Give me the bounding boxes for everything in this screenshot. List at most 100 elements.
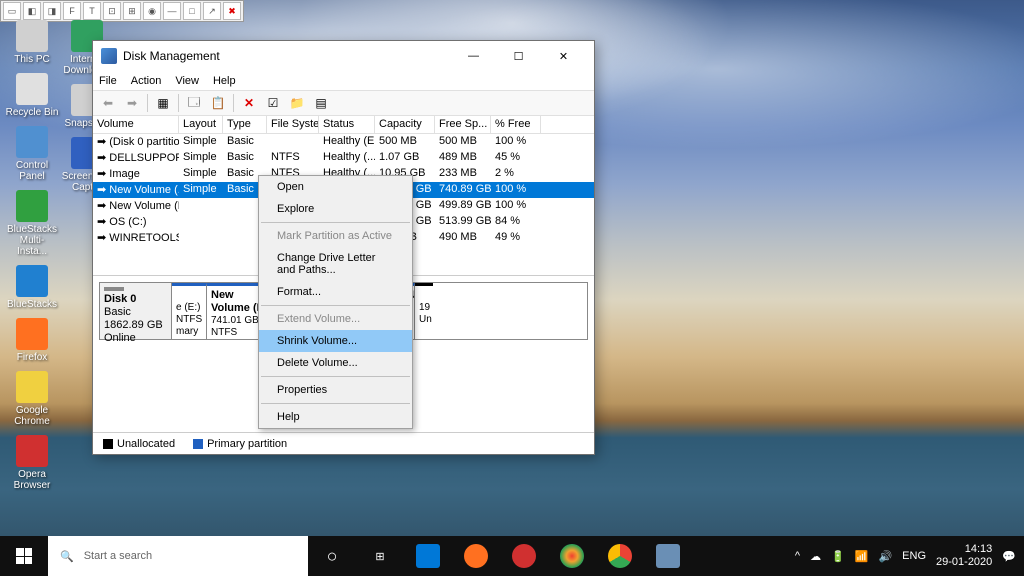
app-icon [101, 48, 117, 64]
menu-file[interactable]: File [99, 75, 117, 87]
desktop-icon[interactable]: Google Chrome [5, 371, 59, 427]
ctx-change-drive-letter-and-paths-[interactable]: Change Drive Letter and Paths... [259, 247, 412, 281]
forward-icon[interactable]: ➡ [121, 92, 143, 114]
ctx-help[interactable]: Help [259, 406, 412, 428]
search-box[interactable]: 🔍 Start a search [48, 536, 308, 576]
maximize-button[interactable]: ☐ [496, 42, 541, 70]
back-icon[interactable]: ⬅ [97, 92, 119, 114]
tray-volume-icon[interactable]: 🔊 [878, 550, 892, 563]
menu-view[interactable]: View [175, 75, 199, 87]
search-placeholder: Start a search [84, 550, 152, 562]
desktop-icon[interactable]: This PC [5, 20, 59, 65]
desktop-icon[interactable]: BlueStacks [5, 265, 59, 310]
titlebar[interactable]: Disk Management — ☐ ✕ [93, 41, 594, 71]
minimize-button[interactable]: — [451, 42, 496, 70]
tool-btn[interactable]: ↗ [203, 2, 221, 20]
desktop-icon-label: BlueStacks Multi-Insta... [5, 224, 59, 257]
legend: Unallocated Primary partition [93, 432, 594, 454]
tool-btn[interactable]: ⊡ [103, 2, 121, 20]
tool-btn[interactable]: — [163, 2, 181, 20]
tool-btn[interactable]: ◨ [43, 2, 61, 20]
tray-chevron-icon[interactable]: ^ [795, 550, 800, 562]
tray-wifi-icon[interactable]: 📶 [855, 550, 869, 563]
refresh-icon[interactable]: 🗔 [183, 92, 205, 114]
desktop-icon[interactable]: Opera Browser [5, 435, 59, 491]
ctx-format-[interactable]: Format... [259, 281, 412, 303]
settings-icon[interactable]: 📋 [207, 92, 229, 114]
col-volume[interactable]: Volume [93, 116, 179, 133]
desktop-icon[interactable]: Control Panel [5, 126, 59, 182]
desktop-icon-image [16, 265, 48, 297]
tray-onedrive-icon[interactable]: ☁ [810, 550, 821, 563]
taskbar-app-firefox[interactable] [452, 536, 500, 576]
desktop-icon-image [16, 318, 48, 350]
tool-btn[interactable]: ◧ [23, 2, 41, 20]
task-view-icon[interactable]: ⊞ [356, 536, 404, 576]
tool-btn[interactable]: ⊞ [123, 2, 141, 20]
tray-notifications-icon[interactable]: 💬 [1002, 550, 1016, 563]
desktop-icon[interactable]: Recycle Bin [5, 73, 59, 118]
windows-logo-icon [16, 548, 32, 564]
tool-btn[interactable]: □ [183, 2, 201, 20]
desktop-icon-label: Firefox [17, 352, 48, 363]
ctx-explore[interactable]: Explore [259, 198, 412, 220]
col-freespace[interactable]: Free Sp... [435, 116, 491, 133]
tray-battery-icon[interactable]: 🔋 [831, 550, 845, 563]
ctx-properties[interactable]: Properties [259, 379, 412, 401]
tool-btn[interactable]: F [63, 2, 81, 20]
volume-header: Volume Layout Type File System Status Ca… [93, 116, 594, 134]
search-icon: 🔍 [60, 550, 74, 563]
desktop-icon-label: BlueStacks [7, 299, 57, 310]
context-menu: OpenExplore Mark Partition as ActiveChang… [258, 175, 413, 429]
tool-btn[interactable]: ◉ [143, 2, 161, 20]
desktop-icon-label: Control Panel [5, 160, 59, 182]
col-layout[interactable]: Layout [179, 116, 223, 133]
list-icon[interactable]: ▤ [310, 92, 332, 114]
taskbar-app-edge[interactable] [404, 536, 452, 576]
help-icon[interactable]: 📁 [286, 92, 308, 114]
ctx-delete-volume-[interactable]: Delete Volume... [259, 352, 412, 374]
system-tray: ^ ☁ 🔋 📶 🔊 ENG 14:13 29-01-2020 💬 [787, 543, 1024, 569]
delete-icon[interactable]: ✕ [238, 92, 260, 114]
desktop-icon-label: Recycle Bin [6, 107, 59, 118]
disk-info: Disk 0 Basic 1862.89 GB Online [100, 283, 172, 339]
tool-btn[interactable]: ✖ [223, 2, 241, 20]
desktop-icon-image [16, 435, 48, 467]
start-button[interactable] [0, 536, 48, 576]
properties-icon[interactable]: ☑ [262, 92, 284, 114]
desktop-icon[interactable]: Firefox [5, 318, 59, 363]
ctx-mark-partition-as-active: Mark Partition as Active [259, 225, 412, 247]
desktop-icon-image [16, 190, 48, 222]
partition[interactable]: e (E:)NTFSmary P [172, 283, 207, 339]
col-filesystem[interactable]: File System [267, 116, 319, 133]
cortana-icon[interactable]: ○ [308, 536, 356, 576]
volume-row[interactable]: ➡ DELLSUPPORTSimpleBasicNTFSHealthy (...… [93, 150, 594, 166]
taskbar-app-chrome[interactable] [596, 536, 644, 576]
ctx-open[interactable]: Open [259, 176, 412, 198]
col-capacity[interactable]: Capacity [375, 116, 435, 133]
col-type[interactable]: Type [223, 116, 267, 133]
volume-row[interactable]: ➡ (Disk 0 partition 1)SimpleBasicHealthy… [93, 134, 594, 150]
desktop-icons-col1: This PC Recycle Bin Control Panel BlueStack… [5, 20, 59, 491]
menu-action[interactable]: Action [131, 75, 162, 87]
close-button[interactable]: ✕ [541, 42, 586, 70]
taskbar-app-diskmgmt[interactable] [644, 536, 692, 576]
icon-toolbar: ⬅ ➡ ▦ 🗔 📋 ✕ ☑ 📁 ▤ [93, 90, 594, 116]
clock[interactable]: 14:13 29-01-2020 [936, 543, 992, 569]
tool-btn[interactable]: T [83, 2, 101, 20]
tray-language[interactable]: ENG [902, 550, 926, 562]
menu-help[interactable]: Help [213, 75, 236, 87]
desktop-icon[interactable]: BlueStacks Multi-Insta... [5, 190, 59, 257]
taskbar-app-lens[interactable] [548, 536, 596, 576]
tool-btn[interactable]: ▭ [3, 2, 21, 20]
window-title: Disk Management [123, 49, 451, 63]
desktop-icon-image [16, 73, 48, 105]
ctx-shrink-volume-[interactable]: Shrink Volume... [259, 330, 412, 352]
partition[interactable]: 19Un [415, 283, 433, 339]
col-pctfree[interactable]: % Free [491, 116, 541, 133]
taskbar-app-opera[interactable] [500, 536, 548, 576]
col-status[interactable]: Status [319, 116, 375, 133]
grid-icon[interactable]: ▦ [152, 92, 174, 114]
desktop-icon-label: This PC [14, 54, 50, 65]
desktop-icon-image [16, 126, 48, 158]
